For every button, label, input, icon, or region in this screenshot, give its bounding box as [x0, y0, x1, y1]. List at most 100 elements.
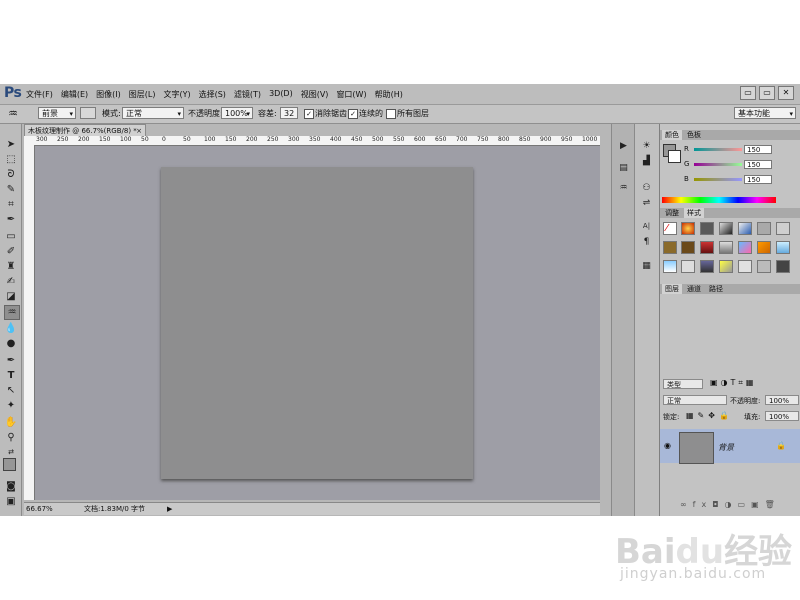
canvas-area[interactable]: [35, 146, 600, 500]
mode-select[interactable]: 正常 ▾: [122, 107, 184, 119]
paint-bucket-tool-icon[interactable]: ♒: [4, 305, 20, 320]
tolerance-input[interactable]: 32: [280, 107, 298, 119]
crop-tool-icon[interactable]: ⌗: [4, 198, 18, 211]
history-brush-tool-icon[interactable]: ✍: [4, 275, 18, 288]
color-background-swatch[interactable]: [668, 150, 681, 163]
type-tool-icon[interactable]: T: [4, 369, 18, 382]
marquee-tool-icon[interactable]: ⬚: [4, 153, 18, 166]
style-none-swatch[interactable]: ⁄: [663, 222, 677, 235]
g-value[interactable]: 150: [744, 160, 772, 169]
quick-select-tool-icon[interactable]: ✎: [4, 183, 18, 196]
menu-view[interactable]: 视图(V): [301, 89, 329, 100]
document-tab[interactable]: 木板纹理制作 @ 66.7%(RGB/8) * ×: [24, 124, 146, 136]
tab-swatches[interactable]: 色板: [684, 130, 704, 140]
layer-footer-icons[interactable]: ∞fx◘◑▭▣🗑: [680, 500, 781, 509]
layer-opacity-input[interactable]: 100%: [765, 395, 799, 405]
screen-mode-icon[interactable]: ▣: [4, 495, 18, 508]
style-swatch[interactable]: [738, 222, 752, 235]
b-slider[interactable]: [694, 178, 742, 181]
style-swatch[interactable]: [681, 222, 695, 235]
style-swatch[interactable]: [700, 222, 714, 235]
adjustments-sun-icon[interactable]: ☀: [639, 140, 654, 153]
blur-tool-icon[interactable]: 💧: [4, 322, 18, 335]
blend-mode-select[interactable]: 正常: [663, 395, 727, 405]
paint-bucket-icon[interactable]: ♒: [8, 108, 18, 120]
minimize-button[interactable]: ▭: [740, 86, 756, 100]
style-swatch[interactable]: [757, 222, 771, 235]
menu-edit[interactable]: 编辑(E): [61, 89, 88, 100]
stamp-tool-icon[interactable]: ♜: [4, 260, 18, 273]
menu-file[interactable]: 文件(F): [26, 89, 53, 100]
fill-input[interactable]: 100%: [765, 411, 799, 421]
settings-sliders-icon[interactable]: ⇌: [639, 197, 654, 210]
antialias-checkbox[interactable]: ✓: [304, 109, 314, 119]
menu-3d[interactable]: 3D(D): [269, 89, 293, 100]
layer-kind-filter[interactable]: 类型: [663, 379, 703, 389]
close-button[interactable]: ✕: [778, 86, 794, 100]
style-swatch[interactable]: [776, 260, 790, 273]
style-swatch[interactable]: [700, 260, 714, 273]
quick-mask-icon[interactable]: ◙: [4, 480, 18, 493]
lock-icons[interactable]: ▦✎✥🔒: [686, 411, 733, 420]
color-spectrum[interactable]: [662, 197, 776, 203]
pen-tool-icon[interactable]: ✒: [4, 354, 18, 367]
menu-layer[interactable]: 图层(L): [129, 89, 156, 100]
tab-styles[interactable]: 样式: [684, 208, 704, 218]
brush-preset-icon[interactable]: ♒: [616, 182, 631, 195]
eraser-tool-icon[interactable]: ◪: [4, 290, 18, 303]
style-swatch[interactable]: [738, 241, 752, 254]
style-swatch[interactable]: [719, 241, 733, 254]
style-swatch[interactable]: [776, 241, 790, 254]
lasso-tool-icon[interactable]: ᘐ: [4, 168, 18, 181]
document-canvas[interactable]: [161, 167, 473, 479]
layer-row-background[interactable]: ◉ 背景 🔒: [660, 429, 800, 464]
style-swatch[interactable]: [738, 260, 752, 273]
visibility-eye-icon[interactable]: ◉: [664, 441, 671, 450]
restore-button[interactable]: ▭: [759, 86, 775, 100]
levels-icon[interactable]: ▟: [639, 155, 654, 168]
eyedropper-tool-icon[interactable]: ✒: [4, 213, 18, 226]
clone-source-icon[interactable]: ⚇: [639, 182, 654, 195]
menu-select[interactable]: 选择(S): [199, 89, 226, 100]
style-swatch[interactable]: [719, 260, 733, 273]
menu-help[interactable]: 帮助(H): [375, 89, 403, 100]
histogram-icon[interactable]: ▤: [616, 162, 631, 175]
hand-tool-icon[interactable]: ✋: [4, 416, 18, 429]
workspace-select[interactable]: 基本功能 ▾: [734, 107, 796, 119]
opacity-input[interactable]: 100% ▾: [221, 107, 253, 119]
style-swatch[interactable]: [663, 260, 677, 273]
play-icon[interactable]: ▶: [616, 140, 631, 153]
style-swatch[interactable]: [719, 222, 733, 235]
path-select-tool-icon[interactable]: ↖: [4, 384, 18, 397]
fill-source-select[interactable]: 前景 ▾: [38, 107, 76, 119]
tab-channels[interactable]: 通道: [684, 284, 704, 294]
b-value[interactable]: 150: [744, 175, 772, 184]
menu-image[interactable]: 图像(I): [96, 89, 121, 100]
contiguous-checkbox[interactable]: ✓: [348, 109, 358, 119]
style-swatch[interactable]: [681, 260, 695, 273]
tab-layers[interactable]: 图层: [662, 284, 682, 294]
brush-tool-icon[interactable]: ✐: [4, 245, 18, 258]
r-slider[interactable]: [694, 148, 742, 151]
paragraph-icon[interactable]: ¶: [639, 236, 654, 249]
layer-filter-icons[interactable]: ▣◑T⌗▦: [710, 378, 757, 388]
foreground-color-swatch[interactable]: [3, 458, 16, 471]
move-tool-icon[interactable]: ➤: [4, 138, 18, 151]
tab-color[interactable]: 颜色: [662, 130, 682, 140]
style-swatch[interactable]: [757, 260, 771, 273]
zoom-tool-icon[interactable]: ⚲: [4, 431, 18, 444]
g-slider[interactable]: [694, 163, 742, 166]
shape-tool-icon[interactable]: ✦: [4, 399, 18, 412]
menu-type[interactable]: 文字(Y): [163, 89, 190, 100]
character-icon[interactable]: A|: [639, 220, 654, 233]
style-swatch[interactable]: [663, 241, 677, 254]
layer-comps-icon[interactable]: ▦: [639, 260, 654, 273]
menu-filter[interactable]: 滤镜(T): [234, 89, 261, 100]
healing-tool-icon[interactable]: ▭: [4, 230, 18, 243]
zoom-level[interactable]: 66.67%: [26, 503, 53, 515]
style-swatch[interactable]: [757, 241, 771, 254]
layer-name[interactable]: 背景: [718, 442, 734, 453]
style-swatch[interactable]: [700, 241, 714, 254]
all-layers-checkbox[interactable]: [386, 109, 396, 119]
pattern-picker[interactable]: [80, 107, 96, 119]
